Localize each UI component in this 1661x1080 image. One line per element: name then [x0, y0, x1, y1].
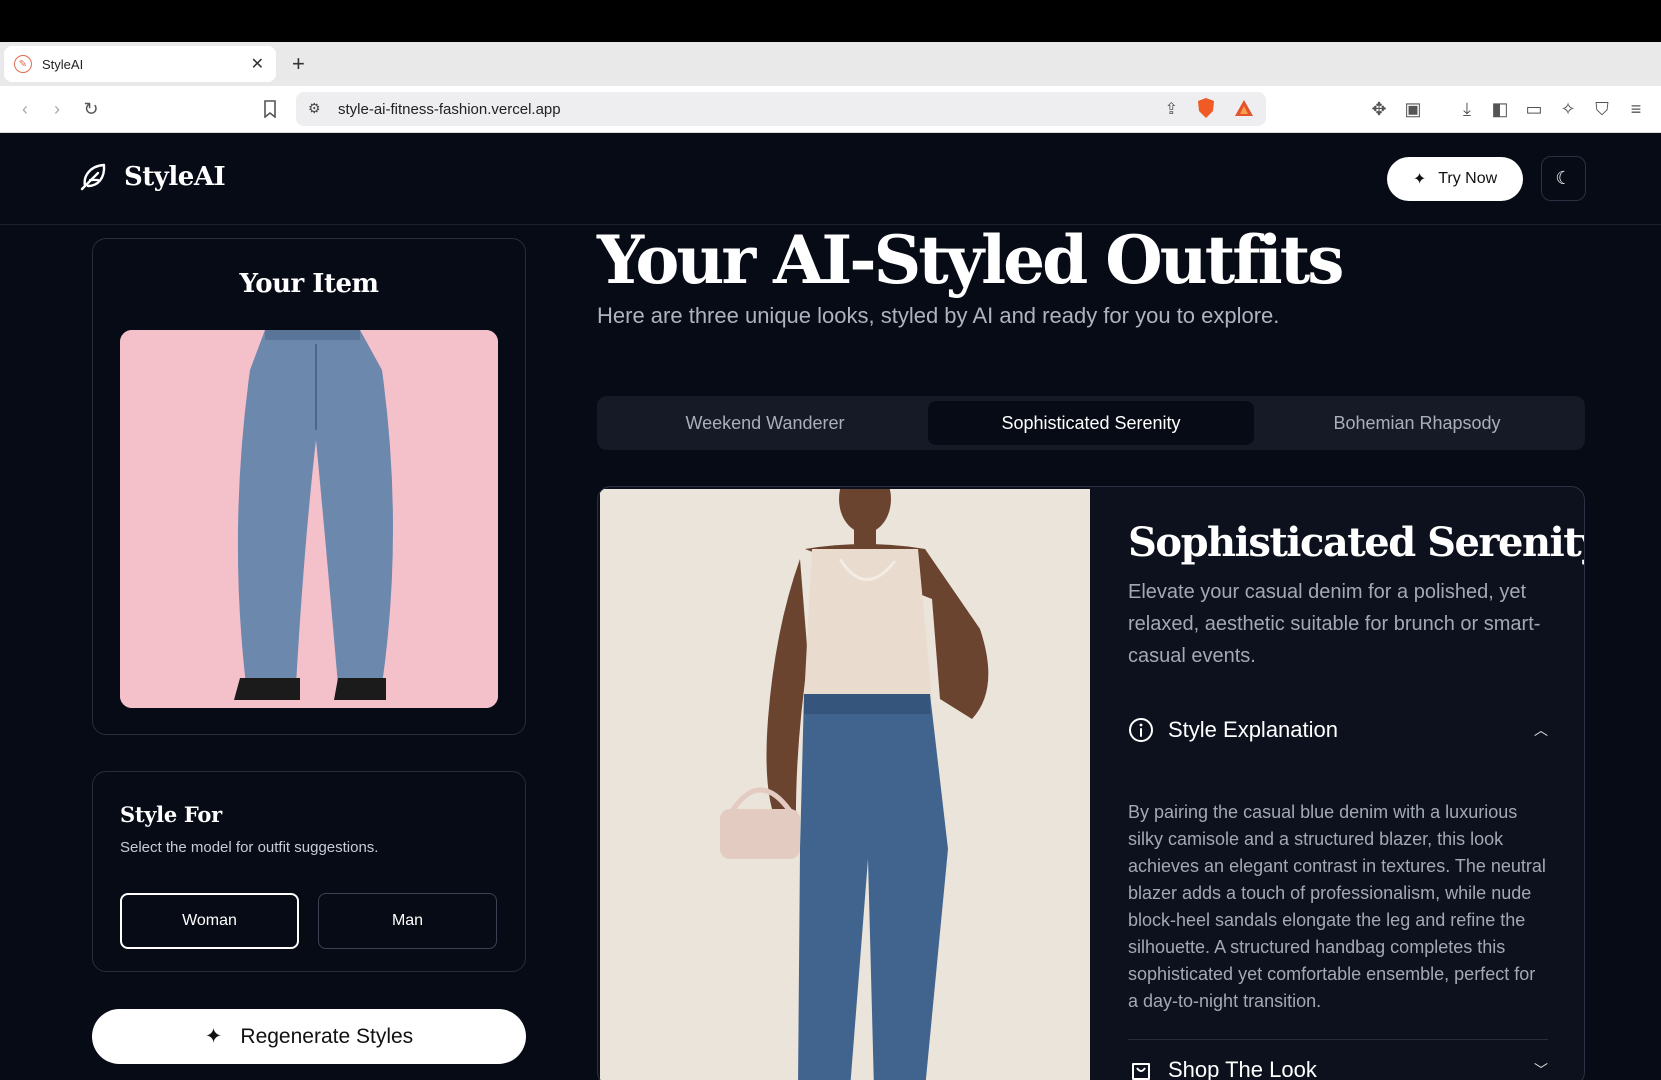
os-top-bar — [0, 0, 1661, 42]
outfit-description: Elevate your casual denim for a polished… — [1128, 581, 1541, 667]
app-viewport: StyleAI ✦ Try Now ☾ Your Item Style For … — [0, 133, 1661, 1080]
browser-tab-bar: ✎ StyleAI ✕ + — [0, 42, 1661, 86]
style-explanation-heading: Style Explanation — [1168, 717, 1338, 742]
style-explanation-header[interactable]: Style Explanation ︿ — [1128, 717, 1548, 743]
woman-option-button[interactable]: Woman — [120, 893, 299, 949]
page-subtitle: Here are three unique looks, styled by A… — [597, 303, 1280, 328]
browser-tab[interactable]: ✎ StyleAI ✕ — [4, 46, 276, 82]
site-header: StyleAI ✦ Try Now ☾ — [0, 133, 1661, 225]
style-for-card: Style For Select the model for outfit su… — [92, 771, 526, 972]
brand-name: StyleAI — [124, 162, 226, 192]
site-settings-icon[interactable]: ⚙ — [308, 100, 321, 117]
outfit-info: Sophisticated Serenity Elevate your casu… — [1128, 487, 1585, 672]
brand-logo[interactable]: StyleAI — [76, 159, 226, 195]
forward-icon[interactable]: › — [46, 98, 68, 120]
tab-bohemian-rhapsody[interactable]: Bohemian Rhapsody — [1254, 401, 1580, 445]
extensions-icon[interactable]: ✥ — [1368, 98, 1390, 120]
chevron-up-icon: ︿ — [1534, 722, 1548, 738]
regenerate-label: Regenerate Styles — [240, 1024, 414, 1048]
style-explanation-body: By pairing the casual blue denim with a … — [1128, 802, 1546, 1011]
sidebar-icon[interactable]: ◧ — [1489, 98, 1511, 120]
brave-shield-icon[interactable] — [1196, 97, 1216, 123]
try-now-button[interactable]: ✦ Try Now — [1387, 157, 1523, 201]
style-for-title: Style For — [120, 802, 222, 827]
shop-the-look-heading: Shop The Look — [1168, 1057, 1317, 1080]
sparkles-icon: ✦ — [204, 1025, 223, 1048]
bookmark-icon[interactable] — [259, 98, 281, 120]
tab-weekend-wanderer[interactable]: Weekend Wanderer — [602, 401, 928, 445]
outfit-photo — [600, 489, 1090, 1080]
man-option-button[interactable]: Man — [318, 893, 497, 949]
page-title: Your AI-Styled Outfits — [597, 221, 1344, 299]
try-now-label: Try Now — [1438, 170, 1498, 187]
outfit-card: Sophisticated Serenity Elevate your casu… — [597, 486, 1585, 1080]
vpn-icon[interactable]: ⛉ — [1591, 98, 1613, 120]
shop-the-look-header[interactable]: Shop The Look ﹀ — [1128, 1057, 1548, 1080]
theme-toggle-button[interactable]: ☾ — [1541, 156, 1586, 201]
tab-sophisticated-serenity[interactable]: Sophisticated Serenity — [928, 401, 1254, 445]
your-item-card: Your Item — [92, 238, 526, 735]
leo-ai-icon[interactable]: ✧ — [1557, 98, 1579, 120]
chevron-down-icon: ﹀ — [1534, 1062, 1548, 1078]
feather-icon — [80, 163, 106, 191]
brave-rewards-icon[interactable] — [1234, 99, 1254, 121]
url-text: style-ai-fitness-fashion.vercel.app — [338, 100, 561, 118]
sparkles-icon: ✦ — [1412, 171, 1427, 188]
style-for-hint: Select the model for outfit suggestions. — [120, 839, 379, 856]
new-tab-icon[interactable]: + — [292, 51, 305, 77]
share-icon[interactable]: ⇪ — [1165, 99, 1178, 119]
browser-nav-bar: ‹ › ↻ ⚙ style-ai-fitness-fashion.vercel.… — [0, 86, 1661, 133]
outfit-tabs: Weekend Wanderer Sophisticated Serenity … — [597, 396, 1585, 450]
menu-icon[interactable]: ≡ — [1625, 98, 1647, 120]
tab-title: StyleAI — [42, 56, 84, 72]
downloads-icon[interactable]: ⤓ — [1456, 98, 1478, 120]
outfit-name: Sophisticated Serenity — [1128, 519, 1585, 566]
wallet-icon[interactable]: ▭ — [1523, 98, 1545, 120]
item-photo — [120, 330, 498, 708]
address-bar[interactable]: ⚙ style-ai-fitness-fashion.vercel.app ⇪ — [296, 92, 1266, 126]
styleai-favicon-icon: ✎ — [14, 55, 32, 73]
your-item-title: Your Item — [239, 269, 379, 299]
back-icon[interactable]: ‹ — [14, 98, 36, 120]
accordion-divider — [1128, 1039, 1548, 1040]
close-tab-icon[interactable]: ✕ — [251, 54, 264, 74]
info-icon — [1129, 718, 1153, 742]
reload-icon[interactable]: ↻ — [80, 98, 102, 120]
moon-icon: ☾ — [1555, 168, 1572, 188]
shopping-bag-icon — [1132, 1063, 1150, 1080]
reader-mode-icon[interactable]: ▣ — [1402, 98, 1424, 120]
regenerate-styles-button[interactable]: ✦ Regenerate Styles — [92, 1009, 526, 1064]
